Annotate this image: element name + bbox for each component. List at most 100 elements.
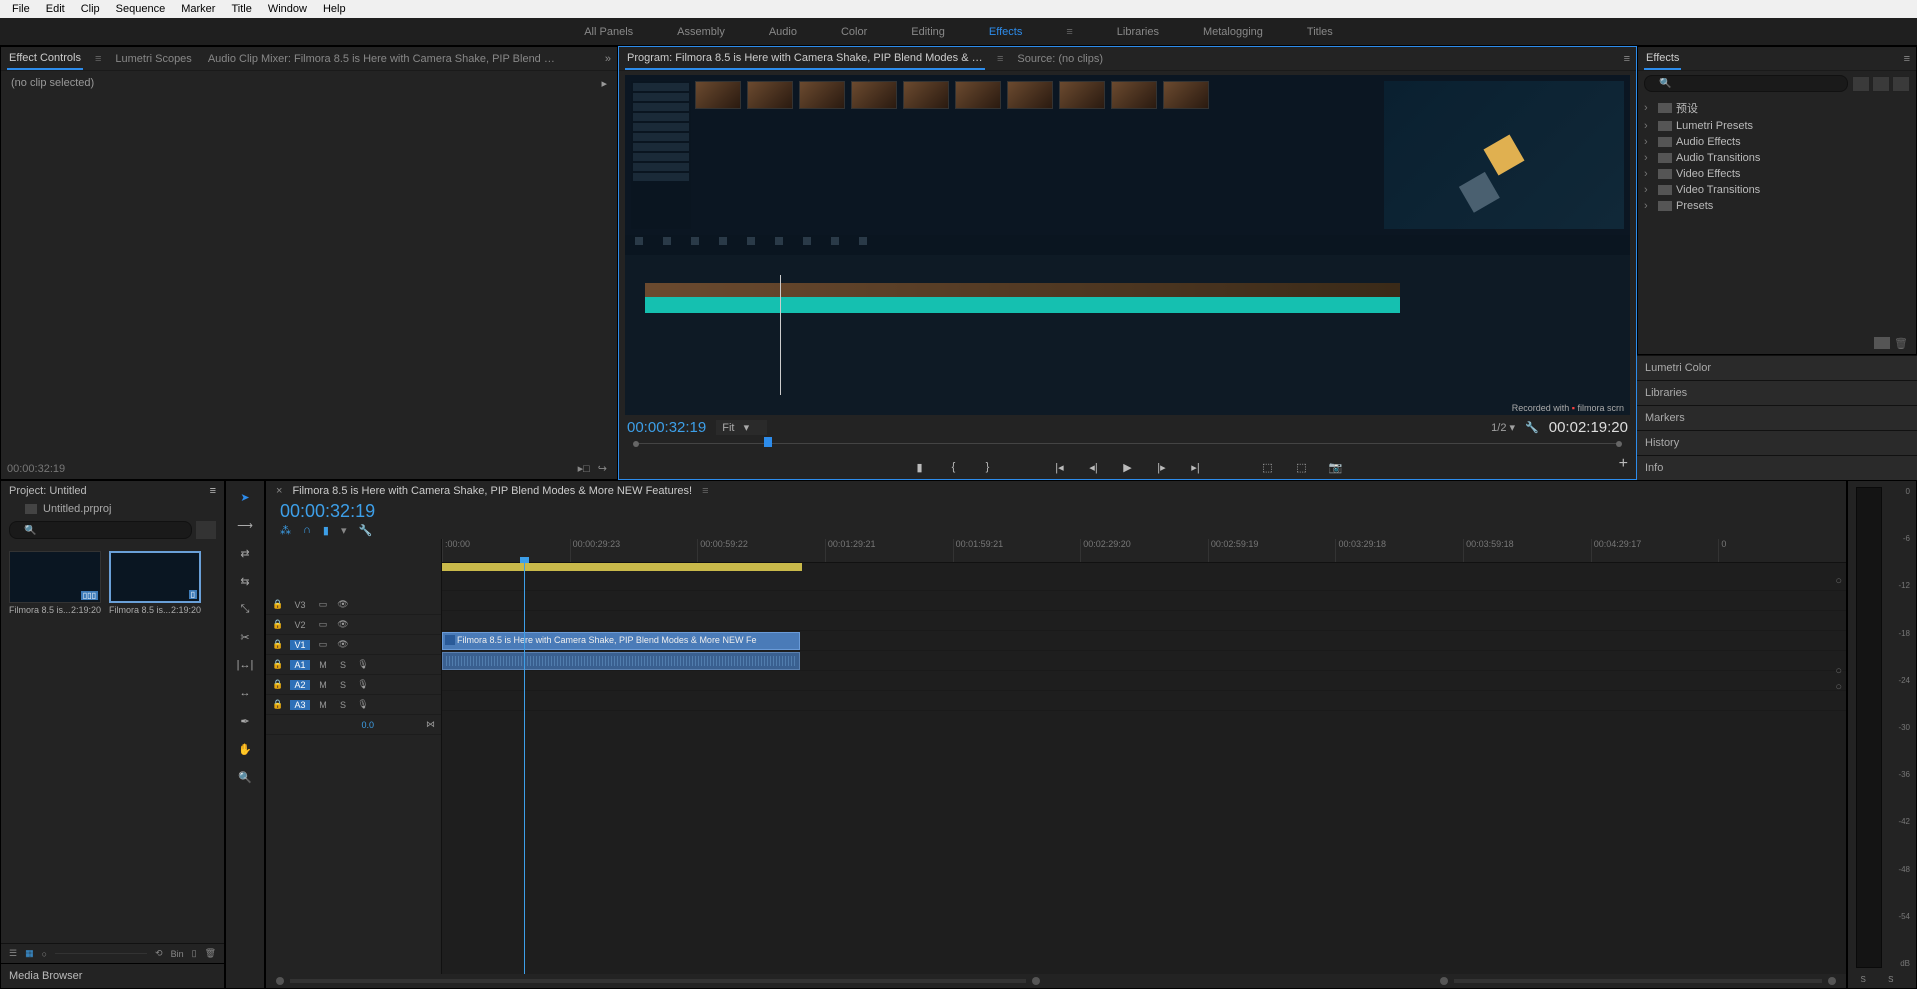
zoom-select[interactable]: 1/2 ▾ — [1491, 421, 1515, 434]
fx-video-effects[interactable]: ›Video Effects — [1642, 166, 1912, 182]
fx-lumetri-presets[interactable]: ›Lumetri Presets — [1642, 118, 1912, 134]
snap-icon[interactable]: ⁂ — [280, 524, 291, 537]
track-a3[interactable]: 🔒A3MS🎙 — [266, 695, 441, 715]
track-v2[interactable]: 🔒V2▭👁 — [266, 615, 441, 635]
menu-clip[interactable]: Clip — [73, 1, 108, 17]
ws-effects[interactable]: Effects — [987, 22, 1024, 42]
panel-lumetri-color[interactable]: Lumetri Color — [1637, 355, 1917, 380]
timeline-tracks[interactable]: :00:0000:00:29:2300:00:59:22 00:01:29:21… — [442, 539, 1846, 974]
program-video[interactable]: Recorded with ▪ filmora scrn — [625, 75, 1630, 415]
menu-edit[interactable]: Edit — [38, 1, 73, 17]
menu-file[interactable]: File — [4, 1, 38, 17]
project-search-go[interactable] — [196, 521, 216, 539]
ws-opts-icon[interactable]: ≡ — [1064, 22, 1074, 42]
menu-window[interactable]: Window — [260, 1, 315, 17]
playhead[interactable] — [524, 563, 525, 974]
ws-assembly[interactable]: Assembly — [675, 22, 727, 42]
track-a2[interactable]: 🔒A2MS🎙 — [266, 675, 441, 695]
wrench-icon[interactable]: 🔧 — [1525, 421, 1539, 434]
tab-menu-icon[interactable]: ≡ — [997, 53, 1003, 65]
panel-markers[interactable]: Markers — [1637, 405, 1917, 430]
ws-audio[interactable]: Audio — [767, 22, 799, 42]
tab-program[interactable]: Program: Filmora 8.5 is Here with Camera… — [625, 48, 985, 70]
ws-metalogging[interactable]: Metalogging — [1201, 22, 1265, 42]
menu-help[interactable]: Help — [315, 1, 354, 17]
fx-presets-cn[interactable]: ›预设 — [1642, 98, 1912, 118]
fx-badge2-icon[interactable] — [1872, 76, 1890, 92]
tab-source[interactable]: Source: (no clips) — [1015, 49, 1105, 69]
meter-solo-labels[interactable]: S S — [1848, 975, 1916, 984]
fx-presets[interactable]: ›Presets — [1642, 198, 1912, 214]
fit-select[interactable]: Fit ▾ — [716, 420, 767, 435]
ripple-tool[interactable]: ⇄ — [235, 543, 255, 563]
delete-icon[interactable]: 🗑 — [1894, 337, 1908, 350]
wrench-icon[interactable]: 🔧 — [359, 524, 373, 537]
tab-lumetri-scopes[interactable]: Lumetri Scopes — [113, 49, 193, 69]
audio-clip[interactable] — [442, 652, 800, 670]
marker-button[interactable]: ▮ — [912, 459, 928, 475]
out-button[interactable]: } — [980, 459, 996, 475]
fx-badge3-icon[interactable] — [1892, 76, 1910, 92]
fx-video-transitions[interactable]: ›Video Transitions — [1642, 182, 1912, 198]
tab-audio-clip-mixer[interactable]: Audio Clip Mixer: Filmora 8.5 is Here wi… — [206, 49, 566, 69]
link-icon[interactable]: ∩ — [303, 524, 311, 537]
refresh-icon[interactable]: ⟲ — [155, 948, 163, 959]
in-button[interactable]: { — [946, 459, 962, 475]
menu-sequence[interactable]: Sequence — [108, 1, 174, 17]
ws-allpanels[interactable]: All Panels — [582, 22, 635, 42]
ws-libraries[interactable]: Libraries — [1115, 22, 1161, 42]
program-tc-in[interactable]: 00:00:32:19 — [627, 419, 706, 436]
track-a1[interactable]: 🔒A1MS🎙 — [266, 655, 441, 675]
expand-icon[interactable]: ▸ — [601, 77, 607, 90]
step-back-button[interactable]: ◂| — [1086, 459, 1102, 475]
project-title[interactable]: Project: Untitled — [9, 485, 87, 497]
tab-effects[interactable]: Effects — [1644, 48, 1681, 70]
settings-icon[interactable]: ▾ — [341, 524, 347, 537]
menu-title[interactable]: Title — [223, 1, 259, 17]
fx-audio-transitions[interactable]: ›Audio Transitions — [1642, 150, 1912, 166]
hand-tool[interactable]: ✋ — [235, 739, 255, 759]
selection-tool[interactable]: ➤ — [235, 487, 255, 507]
ec-in-icon[interactable]: ↪ — [598, 462, 607, 475]
add-button-icon[interactable]: + — [1619, 455, 1628, 473]
time-ruler[interactable]: :00:0000:00:29:2300:00:59:22 00:01:29:21… — [442, 539, 1846, 563]
slip-tool[interactable]: |↔| — [235, 655, 255, 675]
timeline-timecode[interactable]: 00:00:32:19 — [266, 501, 1846, 522]
work-area-bar[interactable] — [442, 563, 802, 571]
panel-history[interactable]: History — [1637, 430, 1917, 455]
pen-tool[interactable]: ✒ — [235, 711, 255, 731]
panel-info[interactable]: Info — [1637, 455, 1917, 480]
razor-tool[interactable]: ✂ — [235, 627, 255, 647]
seq-menu-icon[interactable]: ≡ — [702, 485, 708, 497]
ws-titles[interactable]: Titles — [1305, 22, 1335, 42]
project-search-input[interactable] — [9, 521, 192, 539]
goto-out-button[interactable]: ▸| — [1188, 459, 1204, 475]
video-clip[interactable]: Filmora 8.5 is Here with Camera Shake, P… — [442, 632, 800, 650]
fx-badge1-icon[interactable] — [1852, 76, 1870, 92]
ws-color[interactable]: Color — [839, 22, 869, 42]
goto-in-button[interactable]: |◂ — [1052, 459, 1068, 475]
sequence-title[interactable]: Filmora 8.5 is Here with Camera Shake, P… — [292, 485, 692, 497]
trash-icon[interactable]: 🗑 — [205, 948, 216, 959]
lift-button[interactable]: ⬚ — [1260, 459, 1276, 475]
list-view-icon[interactable]: ☰ — [9, 948, 17, 959]
play-button[interactable]: ▶ — [1120, 459, 1136, 475]
panel-menu-icon[interactable]: ≡ — [1904, 53, 1910, 65]
bin-item[interactable]: ▯ Filmora 8.5 is...2:19:20 — [109, 551, 201, 617]
panel-menu-icon[interactable]: ≡ — [1624, 53, 1630, 65]
track-select-tool[interactable]: ⟶ — [235, 515, 255, 535]
tab-menu-icon[interactable]: ≡ — [95, 53, 101, 65]
rolling-tool[interactable]: ⇆ — [235, 571, 255, 591]
zoom-tool[interactable]: 🔍 — [235, 767, 255, 787]
overflow-icon[interactable]: » — [605, 53, 611, 65]
track-v1[interactable]: 🔒V1▭👁 — [266, 635, 441, 655]
effects-search-input[interactable] — [1644, 75, 1848, 92]
marker-icon[interactable]: ▮ — [323, 524, 329, 537]
tab-effect-controls[interactable]: Effect Controls — [7, 48, 83, 70]
media-browser-tab[interactable]: Media Browser — [1, 963, 224, 988]
program-scrubber[interactable] — [629, 435, 1626, 455]
timeline-hscroll[interactable] — [266, 974, 1846, 988]
step-fwd-button[interactable]: |▸ — [1154, 459, 1170, 475]
new-bin-icon[interactable] — [1874, 337, 1890, 349]
icon-view-icon[interactable]: ▦ — [25, 948, 34, 959]
